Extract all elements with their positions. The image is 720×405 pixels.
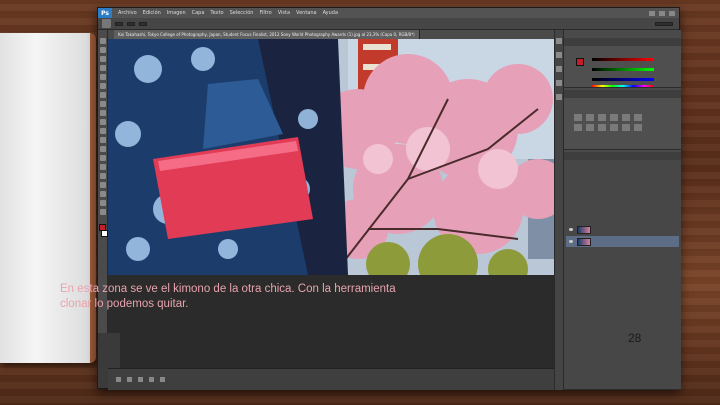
options-bar [98, 18, 679, 30]
type-tool-icon[interactable] [99, 173, 106, 179]
marquee-tool-icon[interactable] [99, 47, 106, 53]
eyedropper-tool-icon[interactable] [99, 83, 106, 89]
vibrance-icon[interactable] [622, 114, 630, 121]
hue-icon[interactable] [634, 114, 642, 121]
menu-item-filtro[interactable]: Filtro [259, 10, 271, 16]
menu-item-vista[interactable]: Vista [278, 10, 290, 16]
lasso-tool-icon[interactable] [99, 56, 106, 62]
bw-icon[interactable] [586, 124, 594, 131]
menu-item-ayuda[interactable]: Ayuda [323, 10, 338, 16]
photoshop-logo-icon: Ps [98, 8, 112, 18]
menu-item-seleccion[interactable]: Selección [230, 10, 254, 16]
history-brush-tool-icon[interactable] [99, 119, 106, 125]
blur-tool-icon[interactable] [99, 146, 106, 152]
color-panel-tabs [564, 38, 681, 46]
color-swatch[interactable] [576, 58, 584, 66]
zoom-tool-icon[interactable] [99, 209, 106, 215]
red-slider[interactable] [592, 58, 654, 61]
layer-thumbnail-icon [577, 237, 591, 246]
document-tab[interactable]: Kai Takahashi, Tokyo College of Photogra… [114, 30, 420, 39]
maximize-icon[interactable] [659, 10, 665, 16]
exposure-icon[interactable] [610, 114, 618, 121]
quick-select-tool-icon[interactable] [99, 65, 106, 71]
slide-caption: En esta zona se ve el kimono de la otra … [60, 283, 396, 310]
properties-panel-icon[interactable] [556, 52, 562, 58]
flow-field[interactable] [139, 21, 147, 26]
photo-filter-icon[interactable] [598, 124, 606, 131]
collapsed-panels-dock [554, 30, 564, 390]
brush-presets-panel-icon[interactable] [556, 94, 562, 100]
brightness-icon[interactable] [574, 114, 582, 121]
menu-bar: Ps Archivo Edición Imagen Capa Texto Sel… [98, 8, 679, 18]
layers-panel-tabs [564, 152, 681, 160]
history-panel-icon[interactable] [556, 38, 562, 44]
photo-kimono-cherry-blossoms [108, 39, 554, 275]
blue-slider[interactable] [592, 78, 654, 81]
window-controls [649, 10, 675, 16]
next-frame-icon[interactable] [149, 377, 154, 382]
adjustments-panel-tabs [564, 90, 681, 98]
healing-tool-icon[interactable] [99, 92, 106, 98]
minimize-icon[interactable] [649, 10, 655, 16]
right-panels [564, 30, 681, 390]
gradient-tool-icon[interactable] [99, 137, 106, 143]
menu-item-edicion[interactable]: Edición [143, 10, 161, 16]
lookup-icon[interactable] [622, 124, 630, 131]
workspace-select[interactable] [655, 21, 673, 26]
path-select-tool-icon[interactable] [99, 182, 106, 188]
channel-mixer-icon[interactable] [610, 124, 618, 131]
dodge-tool-icon[interactable] [99, 155, 106, 161]
eraser-tool-icon[interactable] [99, 128, 106, 134]
notebook-decoration [0, 33, 96, 363]
canvas[interactable] [108, 39, 554, 275]
photoshop-window: Ps Archivo Edición Imagen Capa Texto Sel… [97, 7, 681, 390]
shape-tool-icon[interactable] [99, 191, 106, 197]
slide-page-number: 28 [628, 331, 642, 345]
close-icon[interactable] [669, 10, 675, 16]
mode-select[interactable] [115, 21, 123, 26]
menu-item-imagen[interactable]: Imagen [167, 10, 186, 16]
menu-item-ventana[interactable]: Ventana [296, 10, 317, 16]
balance-icon[interactable] [574, 124, 582, 131]
timeline-bar [108, 368, 554, 390]
layer-row-selected[interactable] [566, 236, 679, 247]
menu-item-capa[interactable]: Capa [192, 10, 205, 16]
levels-icon[interactable] [586, 114, 594, 121]
background-color-swatch[interactable] [101, 230, 108, 237]
curves-icon[interactable] [598, 114, 606, 121]
tools-panel [98, 30, 108, 368]
green-slider[interactable] [592, 68, 654, 71]
layers-panel [564, 152, 681, 390]
opacity-field[interactable] [127, 21, 135, 26]
brush-icon[interactable] [102, 19, 111, 28]
crop-tool-icon[interactable] [99, 74, 106, 80]
hand-tool-icon[interactable] [99, 200, 106, 206]
eye-icon[interactable] [569, 240, 573, 243]
layer-thumbnail-icon [577, 225, 591, 234]
menu-item-texto[interactable]: Texto [210, 10, 223, 16]
first-frame-icon[interactable] [116, 377, 121, 382]
clone-stamp-tool-icon[interactable] [99, 110, 106, 116]
paragraph-panel-icon[interactable] [556, 80, 562, 86]
menu-item-archivo[interactable]: Archivo [118, 10, 137, 16]
audio-icon[interactable] [160, 377, 165, 382]
adjustment-buttons [574, 114, 643, 131]
prev-frame-icon[interactable] [127, 377, 132, 382]
eye-icon[interactable] [569, 228, 573, 231]
brush-tool-icon[interactable] [99, 101, 106, 107]
layer-row-copy[interactable] [566, 224, 679, 235]
move-tool-icon[interactable] [99, 38, 106, 44]
color-panel [564, 38, 681, 88]
invert-icon[interactable] [634, 124, 642, 131]
mini-bridge-thumbnail[interactable] [98, 333, 120, 368]
character-panel-icon[interactable] [556, 66, 562, 72]
document-tab-bar: Kai Takahashi, Tokyo College of Photogra… [108, 30, 554, 39]
adjustments-panel [564, 90, 681, 150]
color-spectrum[interactable] [592, 85, 654, 87]
notebook-page [0, 33, 90, 363]
play-icon[interactable] [138, 377, 143, 382]
pen-tool-icon[interactable] [99, 164, 106, 170]
